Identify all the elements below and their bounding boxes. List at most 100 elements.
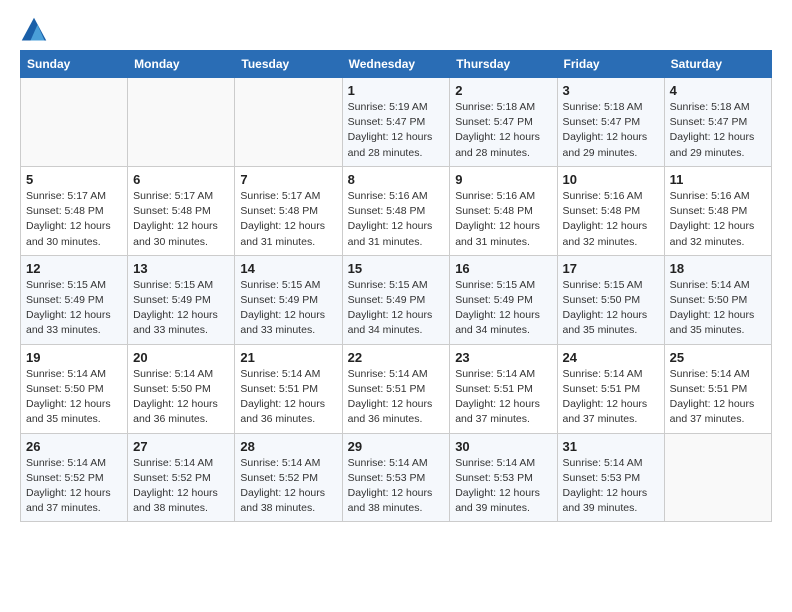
weekday-header-monday: Monday (128, 51, 235, 78)
calendar-cell: 31 Sunrise: 5:14 AM Sunset: 5:53 PM Dayli… (557, 433, 664, 522)
calendar-cell: 14Sunrise: 5:15 AM Sunset: 5:49 PM Dayli… (235, 255, 342, 344)
day-number: 1 (348, 83, 445, 98)
weekday-header-sunday: Sunday (21, 51, 128, 78)
weekday-header-thursday: Thursday (450, 51, 557, 78)
day-info: Sunrise: 5:15 AM Sunset: 5:49 PM Dayligh… (348, 278, 445, 339)
day-number: 21 (240, 350, 336, 365)
calendar-cell: 30 Sunrise: 5:14 AM Sunset: 5:53 PM Dayli… (450, 433, 557, 522)
calendar-body: 1Sunrise: 5:19 AM Sunset: 5:47 PM Daylig… (21, 78, 772, 522)
day-info: Sunrise: 5:14 AM Sunset: 5:51 PM Dayligh… (670, 367, 766, 428)
day-number: 18 (670, 261, 766, 276)
day-info: Sunrise: 5:17 AM Sunset: 5:48 PM Dayligh… (240, 189, 336, 250)
calendar-header: SundayMondayTuesdayWednesdayThursdayFrid… (21, 51, 772, 78)
calendar-cell: 9 Sunrise: 5:16 AM Sunset: 5:48 PM Daylig… (450, 166, 557, 255)
calendar-cell: 6 Sunrise: 5:17 AM Sunset: 5:48 PM Daylig… (128, 166, 235, 255)
day-number: 26 (26, 439, 122, 454)
day-number: 15 (348, 261, 445, 276)
calendar-cell: 21 Sunrise: 5:14 AM Sunset: 5:51 PM Dayli… (235, 344, 342, 433)
day-number: 29 (348, 439, 445, 454)
day-info: Sunrise: 5:16 AM Sunset: 5:48 PM Dayligh… (670, 189, 766, 250)
calendar-week-row: 19 Sunrise: 5:14 AM Sunset: 5:50 PM Dayli… (21, 344, 772, 433)
calendar-cell: 18 Sunrise: 5:14 AM Sunset: 5:50 PM Dayli… (664, 255, 771, 344)
calendar-cell: 8 Sunrise: 5:16 AM Sunset: 5:48 PM Daylig… (342, 166, 450, 255)
calendar-cell: 23 Sunrise: 5:14 AM Sunset: 5:51 PM Dayli… (450, 344, 557, 433)
day-info: Sunrise: 5:16 AM Sunset: 5:48 PM Dayligh… (455, 189, 551, 250)
calendar-week-row: 5 Sunrise: 5:17 AM Sunset: 5:48 PM Daylig… (21, 166, 772, 255)
weekday-header-saturday: Saturday (664, 51, 771, 78)
calendar-cell: 10 Sunrise: 5:16 AM Sunset: 5:48 PM Dayli… (557, 166, 664, 255)
calendar-week-row: 1Sunrise: 5:19 AM Sunset: 5:47 PM Daylig… (21, 78, 772, 167)
weekday-header-friday: Friday (557, 51, 664, 78)
day-info: Sunrise: 5:15 AM Sunset: 5:49 PM Dayligh… (455, 278, 551, 339)
day-number: 4 (670, 83, 766, 98)
calendar-cell (664, 433, 771, 522)
day-number: 13 (133, 261, 229, 276)
day-info: Sunrise: 5:14 AM Sunset: 5:50 PM Dayligh… (26, 367, 122, 428)
day-info: Sunrise: 5:15 AM Sunset: 5:50 PM Dayligh… (563, 278, 659, 339)
day-info: Sunrise: 5:14 AM Sunset: 5:50 PM Dayligh… (670, 278, 766, 339)
weekday-header-wednesday: Wednesday (342, 51, 450, 78)
calendar-cell: 13Sunrise: 5:15 AM Sunset: 5:49 PM Dayli… (128, 255, 235, 344)
header (20, 16, 772, 44)
weekday-header-tuesday: Tuesday (235, 51, 342, 78)
day-info: Sunrise: 5:14 AM Sunset: 5:50 PM Dayligh… (133, 367, 229, 428)
day-info: Sunrise: 5:14 AM Sunset: 5:52 PM Dayligh… (133, 456, 229, 517)
day-number: 9 (455, 172, 551, 187)
day-info: Sunrise: 5:17 AM Sunset: 5:48 PM Dayligh… (133, 189, 229, 250)
calendar-cell (21, 78, 128, 167)
calendar-cell: 28Sunrise: 5:14 AM Sunset: 5:52 PM Dayli… (235, 433, 342, 522)
day-number: 5 (26, 172, 122, 187)
day-info: Sunrise: 5:14 AM Sunset: 5:53 PM Dayligh… (455, 456, 551, 517)
day-number: 7 (240, 172, 336, 187)
calendar-cell: 4 Sunrise: 5:18 AM Sunset: 5:47 PM Daylig… (664, 78, 771, 167)
day-info: Sunrise: 5:14 AM Sunset: 5:51 PM Dayligh… (455, 367, 551, 428)
calendar-cell: 3Sunrise: 5:18 AM Sunset: 5:47 PM Daylig… (557, 78, 664, 167)
day-info: Sunrise: 5:14 AM Sunset: 5:52 PM Dayligh… (240, 456, 336, 517)
calendar-cell: 24Sunrise: 5:14 AM Sunset: 5:51 PM Dayli… (557, 344, 664, 433)
calendar-cell: 2Sunrise: 5:18 AM Sunset: 5:47 PM Daylig… (450, 78, 557, 167)
logo-icon (20, 16, 48, 44)
day-info: Sunrise: 5:16 AM Sunset: 5:48 PM Dayligh… (348, 189, 445, 250)
day-number: 20 (133, 350, 229, 365)
day-number: 31 (563, 439, 659, 454)
day-info: Sunrise: 5:14 AM Sunset: 5:53 PM Dayligh… (563, 456, 659, 517)
day-number: 30 (455, 439, 551, 454)
day-info: Sunrise: 5:14 AM Sunset: 5:51 PM Dayligh… (563, 367, 659, 428)
calendar-cell: 7 Sunrise: 5:17 AM Sunset: 5:48 PM Daylig… (235, 166, 342, 255)
calendar-cell: 29 Sunrise: 5:14 AM Sunset: 5:53 PM Dayli… (342, 433, 450, 522)
day-info: Sunrise: 5:16 AM Sunset: 5:48 PM Dayligh… (563, 189, 659, 250)
calendar-cell: 16 Sunrise: 5:15 AM Sunset: 5:49 PM Dayli… (450, 255, 557, 344)
day-info: Sunrise: 5:15 AM Sunset: 5:49 PM Dayligh… (240, 278, 336, 339)
day-number: 12 (26, 261, 122, 276)
day-number: 23 (455, 350, 551, 365)
calendar-cell (128, 78, 235, 167)
day-number: 19 (26, 350, 122, 365)
day-info: Sunrise: 5:14 AM Sunset: 5:53 PM Dayligh… (348, 456, 445, 517)
calendar-week-row: 26 Sunrise: 5:14 AM Sunset: 5:52 PM Dayli… (21, 433, 772, 522)
day-number: 22 (348, 350, 445, 365)
day-number: 16 (455, 261, 551, 276)
calendar-cell: 1Sunrise: 5:19 AM Sunset: 5:47 PM Daylig… (342, 78, 450, 167)
day-number: 10 (563, 172, 659, 187)
day-info: Sunrise: 5:15 AM Sunset: 5:49 PM Dayligh… (26, 278, 122, 339)
calendar-cell: 12 Sunrise: 5:15 AM Sunset: 5:49 PM Dayli… (21, 255, 128, 344)
day-number: 2 (455, 83, 551, 98)
calendar-cell: 17Sunrise: 5:15 AM Sunset: 5:50 PM Dayli… (557, 255, 664, 344)
calendar-cell: 26 Sunrise: 5:14 AM Sunset: 5:52 PM Dayli… (21, 433, 128, 522)
day-info: Sunrise: 5:14 AM Sunset: 5:52 PM Dayligh… (26, 456, 122, 517)
calendar-cell: 11Sunrise: 5:16 AM Sunset: 5:48 PM Dayli… (664, 166, 771, 255)
day-info: Sunrise: 5:18 AM Sunset: 5:47 PM Dayligh… (563, 100, 659, 161)
calendar-cell: 15 Sunrise: 5:15 AM Sunset: 5:49 PM Dayli… (342, 255, 450, 344)
day-number: 6 (133, 172, 229, 187)
calendar-cell: 19 Sunrise: 5:14 AM Sunset: 5:50 PM Dayli… (21, 344, 128, 433)
calendar-cell: 5 Sunrise: 5:17 AM Sunset: 5:48 PM Daylig… (21, 166, 128, 255)
day-info: Sunrise: 5:18 AM Sunset: 5:47 PM Dayligh… (670, 100, 766, 161)
calendar-cell (235, 78, 342, 167)
day-number: 8 (348, 172, 445, 187)
calendar-cell: 27Sunrise: 5:14 AM Sunset: 5:52 PM Dayli… (128, 433, 235, 522)
logo (20, 16, 52, 44)
calendar-cell: 25Sunrise: 5:14 AM Sunset: 5:51 PM Dayli… (664, 344, 771, 433)
day-info: Sunrise: 5:17 AM Sunset: 5:48 PM Dayligh… (26, 189, 122, 250)
day-info: Sunrise: 5:14 AM Sunset: 5:51 PM Dayligh… (240, 367, 336, 428)
calendar-table: SundayMondayTuesdayWednesdayThursdayFrid… (20, 50, 772, 522)
